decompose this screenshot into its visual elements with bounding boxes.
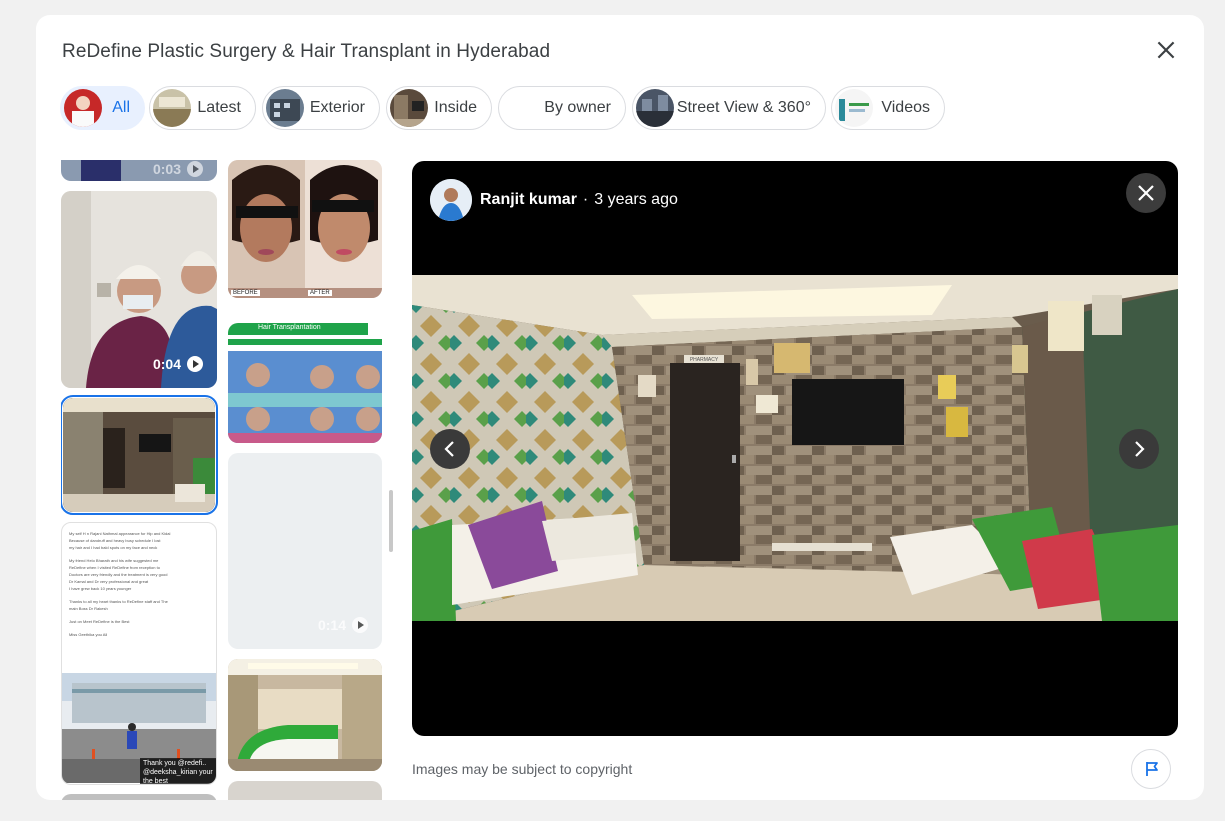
flag-icon bbox=[1146, 762, 1158, 776]
pharmacy-sign: PHARMACY bbox=[690, 357, 719, 363]
before-label: BEFORE bbox=[231, 290, 260, 296]
play-icon bbox=[187, 356, 203, 372]
after-label: AFTER bbox=[308, 290, 332, 296]
report-photo-button[interactable] bbox=[1131, 749, 1171, 789]
chip-exterior-label: Exterior bbox=[309, 99, 365, 116]
photo-time: 3 years ago bbox=[594, 191, 678, 208]
dialog-title: ReDefine Plastic Surgery & Hair Transpla… bbox=[62, 41, 551, 62]
photo-thumbnail bbox=[63, 398, 215, 512]
photo-dialog: ReDefine Plastic Surgery & Hair Transpla… bbox=[36, 15, 1204, 800]
photo-thumbnail bbox=[228, 659, 382, 771]
gallery-tile-video[interactable]: 0:14 bbox=[228, 453, 382, 649]
chip-by-owner-thumbnail bbox=[502, 89, 540, 127]
chip-by-owner-label: By owner bbox=[544, 99, 611, 116]
photo-thumbnail bbox=[228, 160, 382, 298]
chip-by-owner[interactable]: By owner bbox=[498, 86, 626, 130]
copyright-notice: Images may be subject to copyright bbox=[412, 761, 633, 777]
chip-inside[interactable]: Inside bbox=[386, 86, 492, 130]
gallery-tile-photo[interactable]: My self H n Rajani Nathmal appearance fo… bbox=[61, 522, 217, 785]
photo-thumbnail bbox=[228, 323, 382, 443]
main-photo: PHARMACY bbox=[412, 275, 1178, 621]
gallery-tile-photo[interactable] bbox=[228, 659, 382, 771]
banner-text: Hair Transplantation bbox=[258, 324, 321, 331]
gallery-scrollbar[interactable] bbox=[389, 490, 393, 552]
gallery-tile-video[interactable]: 0:04 bbox=[61, 191, 217, 388]
photo-gallery: 0:03 0:04 My self H n Rajani Nathmal app… bbox=[61, 160, 391, 800]
gallery-tile-photo-selected[interactable] bbox=[61, 395, 218, 515]
close-icon bbox=[1157, 41, 1175, 59]
chip-videos[interactable]: Videos bbox=[831, 86, 945, 130]
previous-photo-button[interactable] bbox=[430, 429, 470, 469]
viewer-close-button[interactable] bbox=[1126, 173, 1166, 213]
overlay-caption: Thank you @redefi.. @deeksha_kirian your… bbox=[140, 758, 216, 784]
close-icon bbox=[1138, 185, 1154, 201]
chip-exterior[interactable]: Exterior bbox=[262, 86, 380, 130]
play-icon bbox=[187, 161, 203, 177]
play-icon bbox=[352, 617, 368, 633]
video-duration: 0:04 bbox=[153, 356, 203, 372]
chip-videos-thumbnail bbox=[835, 89, 873, 127]
gallery-tile-video[interactable]: 0:03 bbox=[61, 160, 217, 181]
chip-all-thumbnail bbox=[64, 89, 102, 127]
chip-street-view[interactable]: Street View & 360° bbox=[632, 86, 826, 130]
chip-street-view-thumbnail bbox=[636, 89, 674, 127]
chevron-right-icon bbox=[1135, 441, 1145, 457]
chip-latest-thumbnail bbox=[153, 89, 191, 127]
next-photo-button[interactable] bbox=[1119, 429, 1159, 469]
chip-street-view-label: Street View & 360° bbox=[676, 99, 811, 116]
chip-all[interactable]: All bbox=[60, 86, 145, 130]
dialog-close-button[interactable] bbox=[1153, 37, 1179, 63]
chip-latest-label: Latest bbox=[197, 99, 241, 116]
gallery-tile-photo[interactable] bbox=[228, 781, 382, 800]
review-text-snippet: My self H n Rajani Nathmal appearance fo… bbox=[69, 531, 171, 637]
separator: · bbox=[582, 191, 589, 208]
chip-videos-label: Videos bbox=[881, 99, 930, 116]
gallery-tile-photo[interactable] bbox=[61, 794, 217, 800]
photo-viewer: Ranjit kumar · 3 years ago PHARMACY bbox=[412, 161, 1178, 736]
gallery-tile-photo[interactable]: Hair Transplantation bbox=[228, 323, 382, 443]
photo-author: Ranjit kumar · 3 years ago bbox=[430, 179, 678, 221]
video-duration: 0:03 bbox=[153, 161, 203, 177]
avatar[interactable] bbox=[430, 179, 472, 221]
chip-inside-label: Inside bbox=[434, 99, 477, 116]
chevron-left-icon bbox=[444, 441, 454, 457]
chip-exterior-thumbnail bbox=[266, 89, 304, 127]
video-duration: 0:14 bbox=[318, 617, 368, 633]
chip-all-label: All bbox=[112, 99, 130, 116]
gallery-tile-photo[interactable]: BEFORE AFTER bbox=[228, 160, 382, 298]
chip-latest[interactable]: Latest bbox=[149, 86, 256, 130]
author-name[interactable]: Ranjit kumar bbox=[480, 191, 577, 209]
chip-inside-thumbnail bbox=[390, 89, 428, 127]
